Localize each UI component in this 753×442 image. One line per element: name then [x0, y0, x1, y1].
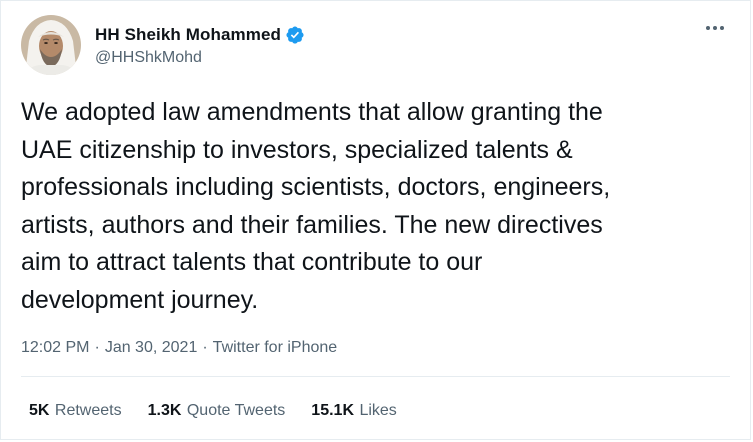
divider: [21, 376, 730, 377]
author-names: HH Sheikh Mohammed @HHShkMohd: [95, 23, 305, 67]
likes-label: Likes: [359, 402, 397, 419]
tweet-text-line: development journey.: [21, 285, 259, 314]
avatar[interactable]: [21, 15, 81, 75]
meta-separator: ·: [202, 339, 208, 356]
tweet-text-line: We adopted law amendments that allow gra…: [21, 98, 603, 126]
likes-stat[interactable]: 15.1K Likes: [311, 402, 397, 420]
tweet-time[interactable]: 12:02 PM: [21, 339, 89, 356]
retweets-count: 5K: [29, 402, 50, 419]
name-row: HH Sheikh Mohammed: [95, 23, 305, 47]
tweet-meta: 12:02 PM · Jan 30, 2021 · Twitter for iPhone: [21, 339, 337, 357]
tweet-text-line: UAE citizenship to investors, specialize…: [21, 135, 573, 164]
ellipsis-icon: [706, 26, 724, 30]
tweet-text-line: artists, authors and their families. The…: [21, 210, 603, 239]
author-display-name[interactable]: HH Sheikh Mohammed: [95, 25, 281, 45]
tweet-text-line: professionals including scientists, doct…: [21, 173, 611, 201]
quote-tweets-label: Quote Tweets: [186, 402, 286, 419]
tweet-header: HH Sheikh Mohammed @HHShkMohd: [21, 15, 305, 75]
quote-tweets-count: 1.3K: [147, 402, 182, 419]
tweet-text: We adopted law amendments that allow gra…: [21, 94, 733, 319]
quote-tweets-stat[interactable]: 1.3K Quote Tweets: [148, 402, 286, 420]
likes-count: 15.1K: [311, 402, 354, 419]
tweet-date[interactable]: Jan 30, 2021: [105, 339, 198, 356]
tweet-card: HH Sheikh Mohammed @HHShkMohd We adopted…: [0, 0, 751, 440]
tweet-text-line: aim to attract talents that contribute t…: [21, 248, 483, 276]
tweet-stats: 5K Retweets 1.3K Quote Tweets 15.1K Like…: [29, 402, 423, 420]
meta-separator: ·: [94, 339, 100, 356]
more-options-button[interactable]: [700, 17, 730, 39]
author-handle[interactable]: @HHShkMohd: [95, 49, 305, 67]
verified-badge-icon: [285, 25, 305, 45]
retweets-stat[interactable]: 5K Retweets: [29, 402, 122, 420]
avatar-photo-icon: [21, 15, 81, 75]
retweets-label: Retweets: [54, 402, 122, 419]
tweet-source[interactable]: Twitter for iPhone: [213, 339, 338, 356]
